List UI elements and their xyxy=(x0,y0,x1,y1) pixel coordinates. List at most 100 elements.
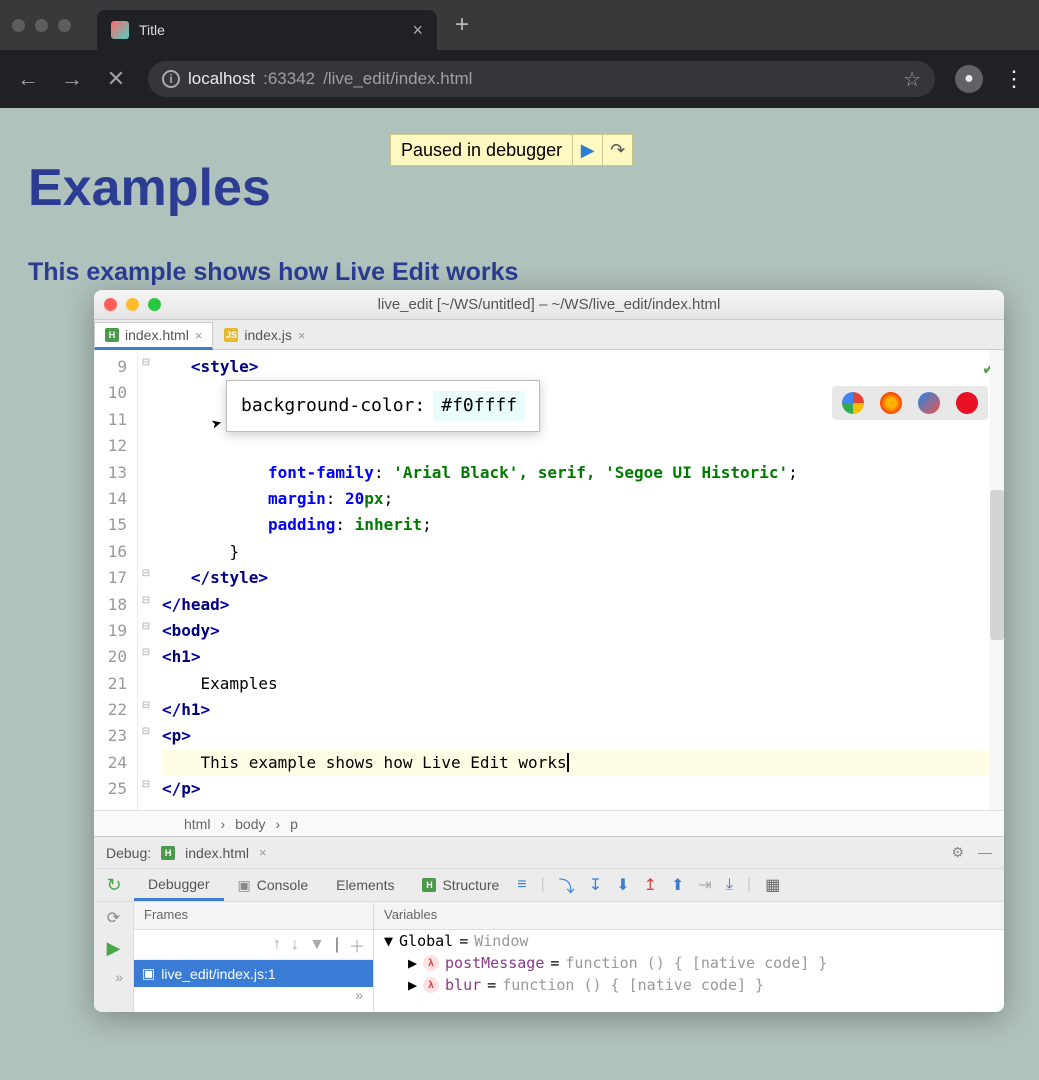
breadcrumb-item[interactable]: body xyxy=(235,816,265,832)
url-port: :63342 xyxy=(263,69,315,89)
site-info-icon[interactable]: i xyxy=(162,70,180,88)
breadcrumb-item[interactable]: html xyxy=(184,816,210,832)
variables-header: Variables xyxy=(374,902,1004,930)
html-file-icon: H xyxy=(105,328,119,342)
editor-tab-label: index.html xyxy=(125,327,189,343)
editor-scrollbar-thumb[interactable] xyxy=(990,490,1004,640)
code-editor[interactable]: ✔ ➤ background-color: #f0ffff <style> re… xyxy=(154,350,1004,810)
profile-avatar[interactable]: ● xyxy=(955,65,983,93)
resume-icon[interactable]: ▶ xyxy=(572,135,602,165)
more-icon[interactable]: » xyxy=(345,987,373,1003)
back-button[interactable]: ← xyxy=(16,66,40,92)
browser-tab[interactable]: Title × xyxy=(97,10,437,50)
lambda-icon: λ xyxy=(423,955,439,971)
next-frame-icon[interactable]: ↓ xyxy=(291,936,299,954)
window-min-dot[interactable] xyxy=(35,19,48,32)
stop-button[interactable]: ✕ xyxy=(104,66,128,92)
editor-tab-label: index.js xyxy=(244,327,291,343)
safari-icon[interactable] xyxy=(918,392,940,414)
step-out-icon[interactable]: ↥ xyxy=(644,875,657,895)
editor-tab-index-html[interactable]: H index.html × xyxy=(94,322,213,350)
html-file-icon: H xyxy=(161,846,175,860)
page-heading: Examples xyxy=(28,158,1011,218)
color-tooltip: background-color: #f0ffff xyxy=(226,380,540,432)
debugger-paused-overlay: Paused in debugger ▶ ↷ xyxy=(390,134,633,166)
step-over-icon[interactable]: ⤵ xyxy=(559,873,575,897)
variables-panel: Variables ▼ Global = Window ▶ λ postMess… xyxy=(374,902,1004,1012)
calculator-icon[interactable]: ▦ xyxy=(765,875,780,895)
debug-tool-window-header: Debug: H index.html × ⚙ — xyxy=(94,836,1004,868)
step-into-icon[interactable]: ↧ xyxy=(589,875,602,895)
url-input[interactable]: i localhost:63342/live_edit/index.html ☆ xyxy=(148,61,935,97)
firefox-icon[interactable] xyxy=(880,392,902,414)
restart-icon[interactable]: ⟳ xyxy=(107,908,120,928)
threads-icon[interactable]: ≡ xyxy=(517,876,526,894)
debugger-paused-label: Paused in debugger xyxy=(391,136,572,165)
gear-icon[interactable]: ⚙ xyxy=(951,844,964,861)
frame-file-icon: ▣ xyxy=(142,965,155,982)
bookmark-icon[interactable]: ☆ xyxy=(903,67,921,92)
browser-menu-icon[interactable]: ⋮ xyxy=(1003,66,1023,92)
page-subheading: This example shows how Live Edit works xyxy=(28,258,1011,287)
step-icon[interactable]: ↷ xyxy=(602,135,632,165)
force-step-into-icon[interactable]: ⬇ xyxy=(616,875,629,895)
more-icon[interactable]: » xyxy=(105,969,133,985)
new-tab-button[interactable]: + xyxy=(455,11,469,39)
editor-area[interactable]: 9 10 11 12 13 14 15 16 17 18 19 20 21 22… xyxy=(94,350,1004,810)
debug-body: ⟳ ▶ » Frames ↑ ↓ ▼ | ＋ ▣ live_edit/index… xyxy=(94,902,1004,1012)
window-max-dot[interactable] xyxy=(58,19,71,32)
close-icon[interactable]: × xyxy=(259,845,267,860)
fold-gutter[interactable]: ⊟⊟⊟⊟⊟⊟⊟⊟ xyxy=(138,350,154,810)
minimize-icon[interactable]: — xyxy=(978,844,992,861)
debug-label: Debug: xyxy=(106,845,151,861)
breadcrumb-item[interactable]: p xyxy=(290,816,298,832)
debug-tabs: ↻ Debugger ▣Console Elements HStructure … xyxy=(94,868,1004,902)
run-to-cursor-icon[interactable]: ⇥ xyxy=(698,875,711,895)
tab-title: Title xyxy=(139,22,165,38)
breadcrumbs[interactable]: html › body › p xyxy=(94,810,1004,836)
debug-sidebar: ⟳ ▶ » xyxy=(94,902,134,1012)
js-file-icon: JS xyxy=(224,328,238,342)
tab-favicon-icon xyxy=(111,21,129,39)
ide-window: live_edit [~/WS/untitled] – ~/WS/live_ed… xyxy=(94,290,1004,1012)
lambda-icon: λ xyxy=(423,977,439,993)
variable-row[interactable]: ▶ λ postMessage = function () { [native … xyxy=(374,952,1004,974)
tab-console[interactable]: ▣Console xyxy=(224,869,323,901)
address-bar: ← → ✕ i localhost:63342/live_edit/index.… xyxy=(0,50,1039,108)
tooltip-label: background-color: xyxy=(241,393,425,419)
evaluate-icon[interactable]: ⤓ xyxy=(726,876,733,894)
ide-title: live_edit [~/WS/untitled] – ~/WS/live_ed… xyxy=(94,296,1004,313)
tab-close-icon[interactable]: × xyxy=(412,20,423,41)
close-icon[interactable]: × xyxy=(195,328,203,343)
variable-row[interactable]: ▼ Global = Window xyxy=(374,930,1004,952)
window-controls xyxy=(12,19,71,32)
editor-tabs: H index.html × JS index.js × xyxy=(94,320,1004,350)
ide-titlebar[interactable]: live_edit [~/WS/untitled] – ~/WS/live_ed… xyxy=(94,290,1004,320)
tab-debugger[interactable]: Debugger xyxy=(134,869,224,901)
prev-frame-icon[interactable]: ↑ xyxy=(273,936,281,954)
add-icon[interactable]: ＋ xyxy=(349,933,365,957)
debug-config[interactable]: index.html xyxy=(185,845,249,861)
chrome-icon[interactable] xyxy=(842,392,864,414)
drop-frame-icon[interactable]: ⬆ xyxy=(671,875,684,895)
frames-header: Frames xyxy=(134,902,373,930)
forward-button[interactable]: → xyxy=(60,66,84,92)
url-host: localhost xyxy=(188,69,255,89)
html-file-icon: H xyxy=(422,878,436,892)
frames-panel: Frames ↑ ↓ ▼ | ＋ ▣ live_edit/index.js:1 … xyxy=(134,902,374,1012)
filter-icon[interactable]: ▼ xyxy=(309,936,325,954)
frame-row[interactable]: ▣ live_edit/index.js:1 xyxy=(134,960,373,987)
editor-scrollbar-track[interactable] xyxy=(990,350,1004,810)
line-number-gutter: 9 10 11 12 13 14 15 16 17 18 19 20 21 22… xyxy=(94,350,138,810)
editor-tab-index-js[interactable]: JS index.js × xyxy=(213,321,316,349)
resume-program-icon[interactable]: ▶ xyxy=(107,938,121,959)
tab-structure[interactable]: HStructure xyxy=(408,869,513,901)
tab-elements[interactable]: Elements xyxy=(322,869,408,901)
close-icon[interactable]: × xyxy=(298,328,306,343)
rerun-icon[interactable]: ↻ xyxy=(94,875,134,896)
frames-toolbar: ↑ ↓ ▼ | ＋ xyxy=(134,930,373,960)
variable-row[interactable]: ▶ λ blur = function () { [native code] } xyxy=(374,974,1004,996)
opera-icon[interactable] xyxy=(956,392,978,414)
window-close-dot[interactable] xyxy=(12,19,25,32)
open-in-browser-popup xyxy=(832,386,988,420)
